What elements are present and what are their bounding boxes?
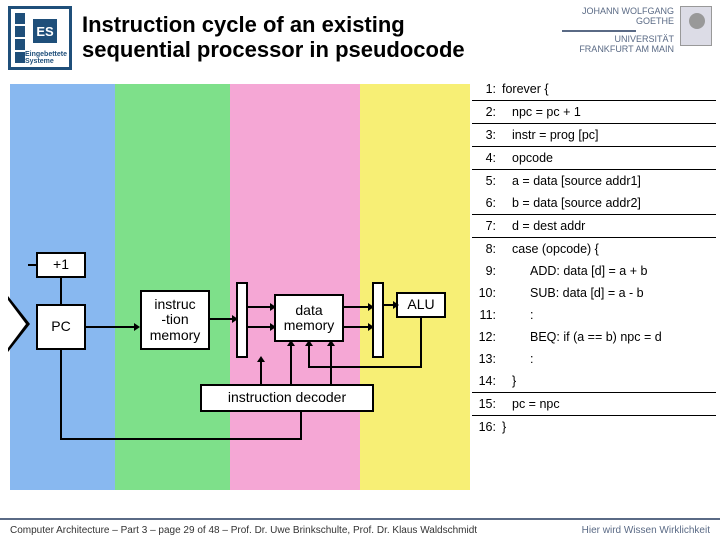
arrowhead-icon: [257, 356, 265, 362]
slide-footer: Computer Architecture – Part 3 – page 29…: [0, 518, 720, 540]
code-ln: 14:: [474, 374, 502, 388]
imem-l2: -tion: [161, 312, 188, 327]
code-ln: 7:: [474, 219, 502, 233]
alu-box: ALU: [396, 292, 446, 318]
university-logo: JOHANN WOLFGANG GOETHE UNIVERSITÄT FRANK…: [562, 6, 712, 54]
dmem-l1: data: [295, 303, 322, 318]
code-tx: pc = npc: [502, 397, 714, 411]
stage-fetch-pc: [10, 84, 115, 490]
wire: [60, 350, 62, 440]
code-tx: }: [502, 420, 714, 434]
code-tx: opcode: [502, 151, 714, 165]
wire: [60, 438, 302, 440]
es-logo-label: Eingebettete Systeme: [25, 51, 69, 65]
es-chip-icon: ES: [25, 13, 65, 49]
code-ln: 10:: [474, 286, 502, 300]
code-tx: a = data [source addr1]: [502, 174, 714, 188]
wire: [86, 326, 136, 328]
uni-line-3: UNIVERSITÄT: [614, 34, 674, 44]
wire: [300, 412, 302, 440]
code-ln: 9:: [474, 264, 502, 278]
wire: [210, 318, 234, 320]
code-ln: 3:: [474, 128, 502, 142]
slide-body: +1 PC instruc -tion memory data memory A…: [0, 74, 720, 504]
arrowhead-icon: [368, 303, 374, 311]
code-ln: 8:: [474, 242, 502, 256]
wire: [330, 344, 332, 384]
stage-instr-mem: [115, 84, 230, 490]
wire: [260, 360, 262, 384]
incrementer-box: +1: [36, 252, 86, 278]
uni-line-2: GOETHE: [636, 16, 674, 26]
code-ln: 11:: [474, 308, 502, 322]
code-tx: BEQ: if (a == b) npc = d: [502, 330, 714, 344]
svg-text:ES: ES: [36, 24, 54, 39]
code-ln: 15:: [474, 397, 502, 411]
code-tx: }: [502, 374, 714, 388]
code-ln: 6:: [474, 196, 502, 210]
data-memory-box: data memory: [274, 294, 344, 342]
code-tx: npc = pc + 1: [502, 105, 714, 119]
arrowhead-icon: [134, 323, 140, 331]
stage-data-mem: [230, 84, 360, 490]
wire: [60, 278, 62, 304]
wire: [290, 344, 292, 384]
arrowhead-icon: [327, 340, 335, 346]
code-tx: :: [502, 308, 714, 322]
wire: [344, 326, 370, 328]
mux-icon: [8, 296, 30, 352]
footer-left: Computer Architecture – Part 3 – page 29…: [10, 525, 477, 536]
code-ln: 5:: [474, 174, 502, 188]
dmem-l2: memory: [284, 318, 335, 333]
footer-tagline: Hier wird Wissen Wirklichkeit: [582, 525, 710, 536]
arrowhead-icon: [287, 340, 295, 346]
code-tx: instr = prog [pc]: [502, 128, 714, 142]
uni-line-1: JOHANN WOLFGANG: [582, 6, 674, 16]
wire: [420, 318, 422, 368]
slide-header: ES Eingebettete Systeme Instruction cycl…: [0, 0, 720, 74]
code-tx: SUB: data [d] = a - b: [502, 286, 714, 300]
title-line-1: Instruction cycle of an existing: [82, 12, 405, 37]
imem-l1: instruc: [154, 297, 195, 312]
code-ln: 12:: [474, 330, 502, 344]
wire: [28, 264, 36, 266]
instruction-memory-box: instruc -tion memory: [140, 290, 210, 350]
slide-title: Instruction cycle of an existing sequent…: [82, 6, 562, 63]
title-line-2: sequential processor in pseudocode: [82, 37, 465, 62]
es-logo: ES Eingebettete Systeme: [8, 6, 72, 70]
code-ln: 16:: [474, 420, 502, 434]
wire: [308, 344, 310, 368]
wire: [344, 306, 370, 308]
code-ln: 2:: [474, 105, 502, 119]
code-ln: 13:: [474, 352, 502, 366]
arrowhead-icon: [232, 315, 238, 323]
arrowhead-icon: [305, 340, 313, 346]
code-ln: 1:: [474, 82, 502, 96]
uni-line-4: FRANKFURT AM MAIN: [579, 44, 674, 54]
wire: [248, 306, 272, 308]
wire: [308, 366, 422, 368]
instruction-decoder-box: instruction decoder: [200, 384, 374, 412]
arrowhead-icon: [270, 303, 276, 311]
code-tx: :: [502, 352, 714, 366]
arrowhead-icon: [270, 323, 276, 331]
code-tx: forever {: [502, 82, 714, 96]
code-tx: d = dest addr: [502, 219, 714, 233]
arrowhead-icon: [393, 301, 399, 309]
arrowhead-icon: [368, 323, 374, 331]
code-tx: b = data [source addr2]: [502, 196, 714, 210]
pseudocode-panel: 1:forever { 2:npc = pc + 1 3:instr = pro…: [472, 78, 716, 438]
code-ln: 4:: [474, 151, 502, 165]
wire: [248, 326, 272, 328]
code-tx: ADD: data [d] = a + b: [502, 264, 714, 278]
imem-l3: memory: [150, 328, 201, 343]
goethe-portrait-icon: [680, 6, 712, 46]
code-tx: case (opcode) {: [502, 242, 714, 256]
pipeline-latch-2: [372, 282, 384, 358]
pc-register-box: PC: [36, 304, 86, 350]
